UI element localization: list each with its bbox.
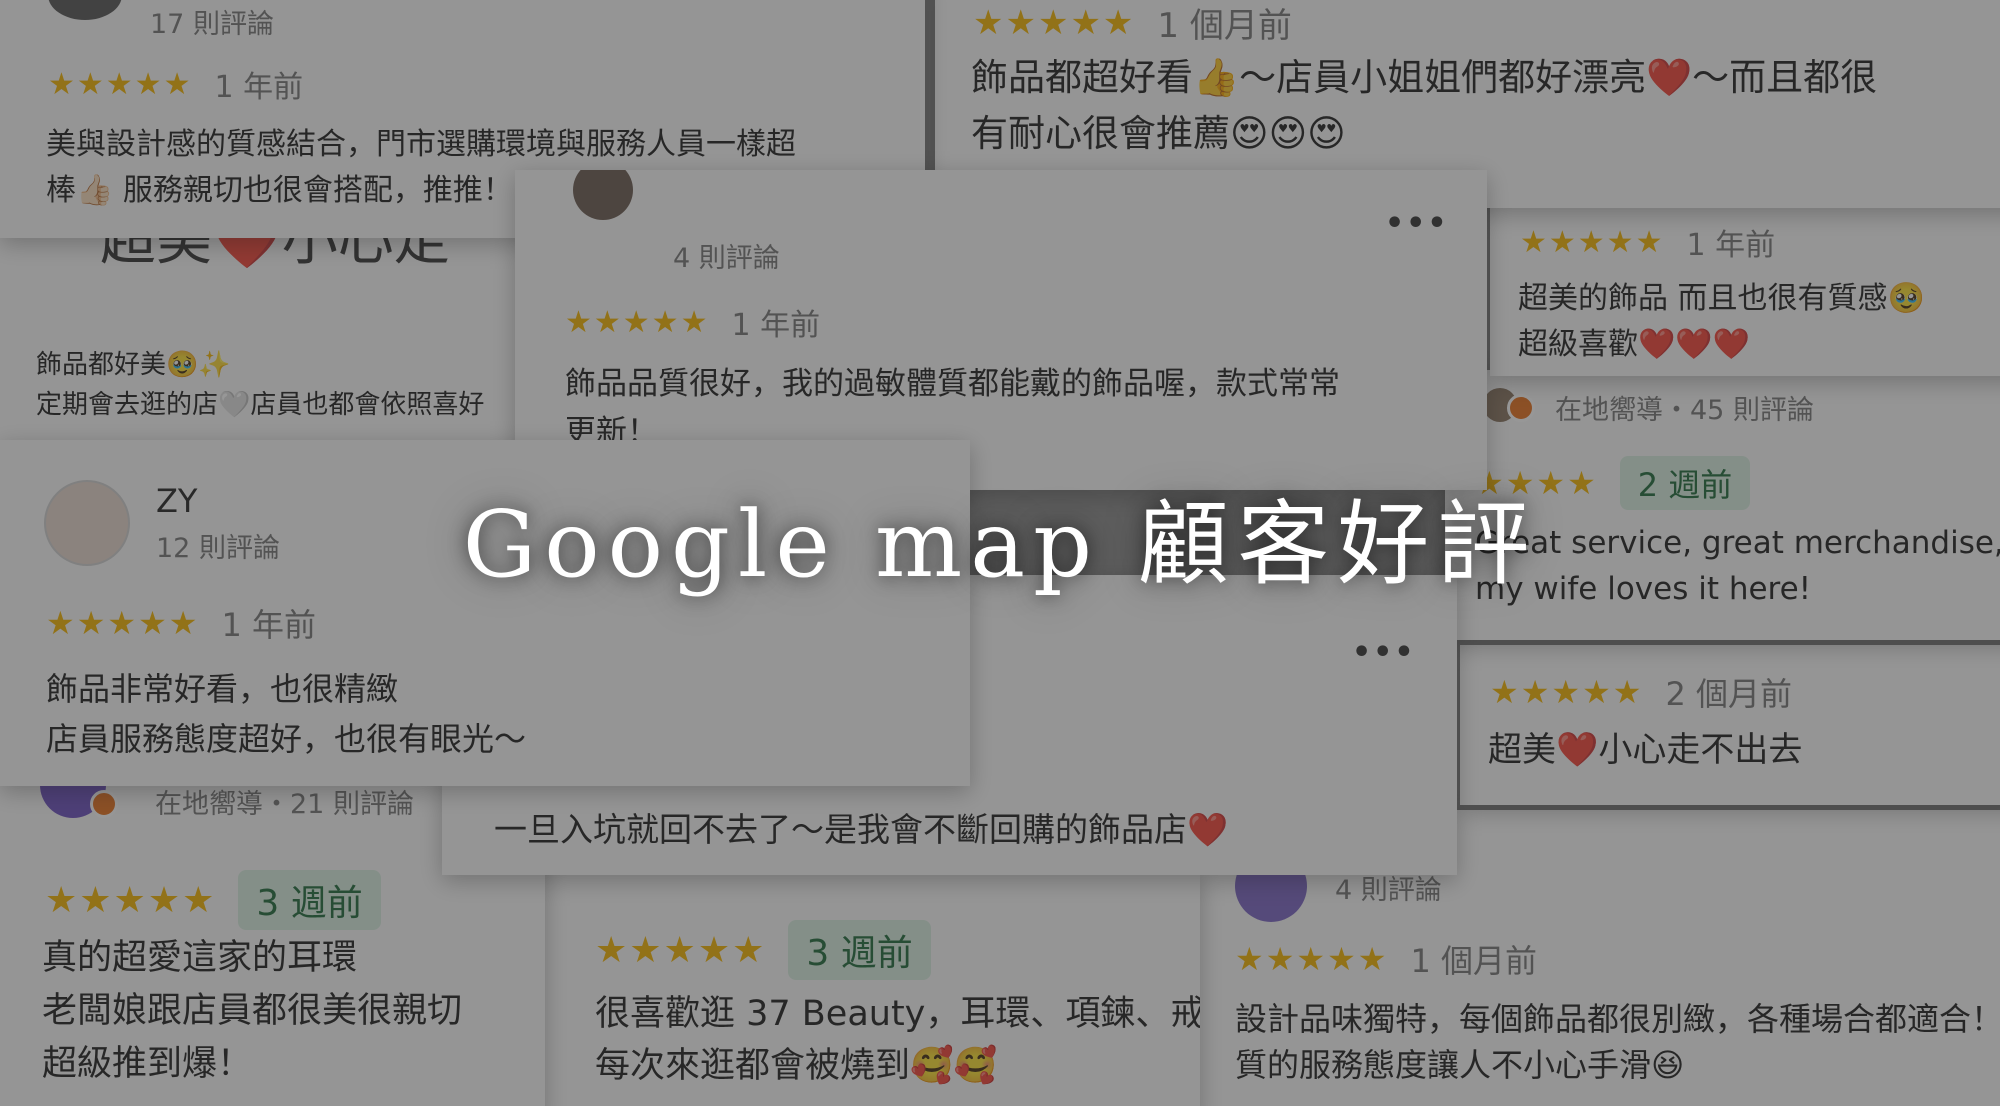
review-card: ★★★★★ 1 年前 超美的飾品 而且也很有質感🥹 超級喜歡❤️❤️❤️ <box>1490 208 2000 376</box>
star-rating-icon: ★★★★★ <box>45 879 217 921</box>
review-time: 1 年前 <box>731 308 821 343</box>
star-rating-icon: ★★★★★ <box>1520 224 1665 260</box>
review-card: ★★★★★ 3 週前 很喜歡逛 37 Beauty，耳環、項鍊、戒 每次來逛都會… <box>540 870 1200 1106</box>
more-dots-icon[interactable]: ••• <box>1352 635 1416 670</box>
review-text: 飾品非常好看，也很精緻 店員服務態度超好，也很有眼光～ <box>46 670 527 758</box>
star-rating-icon: ★★★★★ <box>48 66 193 102</box>
reviewer-avatar <box>573 170 633 220</box>
review-text: 飾品都好美🥹✨ 定期會去逛的店🤍店員也都會依照喜好 <box>36 350 485 420</box>
review-time: 1 年前 <box>1686 228 1776 263</box>
star-rating-icon: ★★★★★ <box>973 2 1136 43</box>
review-time: 3 週前 <box>238 870 381 930</box>
review-rating: ★★★★★ 1 個月前 <box>973 0 1292 47</box>
review-rating: ★★★★★ 1 年前 <box>46 600 316 646</box>
local-guide-badge-icon <box>1507 394 1535 422</box>
review-rating: ★★★★★ 1 個月前 <box>1235 936 1537 982</box>
star-rating-icon: ★★★★★ <box>1235 940 1389 978</box>
review-rating: ★★★★★ 3 週前 <box>45 870 381 930</box>
review-time: 1 個月前 <box>1410 942 1537 980</box>
local-guide-badge-icon <box>90 790 118 818</box>
review-text: 很喜歡逛 37 Beauty，耳環、項鍊、戒 每次來逛都會被燒到🥰🥰 <box>595 994 1200 1086</box>
review-count: 4 則評論 <box>673 243 780 274</box>
review-text: 超美❤️小心走不出去 <box>1488 730 1803 770</box>
review-time: 2 個月前 <box>1665 675 1792 713</box>
review-time: 1 年前 <box>214 70 304 105</box>
review-rating: ★★★★★ 2 個月前 <box>1490 669 1792 715</box>
more-dots-icon[interactable]: ••• <box>1385 206 1449 241</box>
review-count: 在地嚮導・21 則評論 <box>155 789 414 820</box>
star-rating-icon: ★★★★★ <box>46 604 200 642</box>
review-time: 1 年前 <box>221 606 316 644</box>
review-text: 飾品都超好看👍～店員小姐姐們都好漂亮❤️～而且都很 有耐心很會推薦😍😍😍 <box>971 56 1878 155</box>
review-time: 1 個月前 <box>1157 6 1292 46</box>
review-count: 在地嚮導・45 則評論 <box>1555 395 1814 426</box>
review-text: 真的超愛這家的耳環 老闆娘跟店員都很美很親切 超級推到爆！ <box>42 938 463 1084</box>
review-text: 一旦入坑就回不去了～是我會不斷回購的飾品店❤️ <box>494 810 1229 849</box>
review-text: 超美的飾品 而且也很有質感🥹 超級喜歡❤️❤️❤️ <box>1518 281 1925 362</box>
reviewer-avatar <box>48 0 122 20</box>
review-rating: ★★★★★ 1 年前 <box>1520 220 1775 264</box>
review-card: ★★★★★ 2 個月前 超美❤️小心走不出去 <box>1460 645 2000 805</box>
star-rating-icon: ★★★★★ <box>1490 673 1644 711</box>
review-rating: ★★★★★ 1 年前 <box>48 62 303 106</box>
review-text: 設計品味獨特，每個飾品都很別緻，各種場合都適合！ 質的服務態度讓人不小心手滑😆 <box>1235 1000 2000 1084</box>
review-count: 17 則評論 <box>150 9 274 40</box>
star-rating-icon: ★★★★★ <box>595 929 767 971</box>
review-rating: ★★★★★ 3 週前 <box>595 920 931 980</box>
review-rating: ★★★★★ 1 年前 <box>565 300 820 344</box>
review-time: 3 週前 <box>788 920 931 980</box>
page-title: Google map 顧客好評 <box>462 491 1538 598</box>
star-rating-icon: ★★★★★ <box>565 304 710 340</box>
